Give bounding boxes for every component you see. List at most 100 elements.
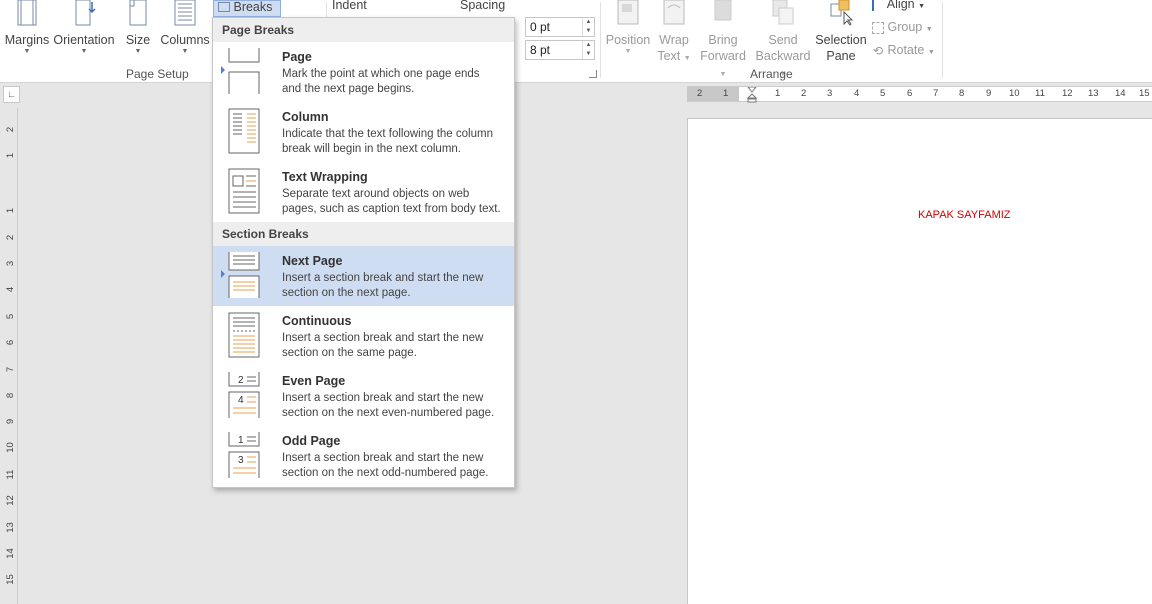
ruler-label: 9 <box>986 88 992 99</box>
spacing-before-value: 0 pt <box>530 20 551 34</box>
size-button[interactable]: Size ▼ <box>122 0 154 56</box>
menu-item-desc-line: section on the next odd-numbered page. <box>282 467 489 479</box>
spacing-before-input[interactable]: 0 pt ▲ ▼ <box>525 17 595 37</box>
ruler-label: 13 <box>5 522 16 533</box>
wrap-text-button[interactable]: Wrap Text ▼ <box>654 0 694 67</box>
menu-item-desc-line: Insert a section break and start the new <box>282 452 484 464</box>
page-breaks-header: Page Breaks <box>213 18 514 42</box>
ruler-label: 5 <box>5 313 16 320</box>
breaks-icon <box>218 2 230 12</box>
menu-item-continuous-break[interactable]: Continuous Insert a section break and st… <box>213 306 514 366</box>
menu-item-desc-line: and the next page begins. <box>282 83 415 95</box>
ruler-label: 2 <box>5 126 16 133</box>
odd-page-bottom-number: 3 <box>238 455 244 466</box>
menu-item-desc-line: break will begin in the next column. <box>282 143 461 155</box>
ruler-label: 9 <box>5 418 16 425</box>
align-icon <box>872 0 884 11</box>
spacing-label: Spacing <box>460 0 506 12</box>
menu-item-title: Text Wrapping <box>282 170 368 184</box>
ribbon-separator <box>600 2 601 78</box>
ruler-label: 12 <box>1062 88 1073 99</box>
spacing-after-input[interactable]: 8 pt ▲ ▼ <box>525 40 595 60</box>
bring-forward-button[interactable]: Bring Forward ▼ <box>695 0 751 83</box>
ruler-label: 8 <box>5 392 16 399</box>
ruler-label: 11 <box>1035 88 1045 99</box>
menu-item-next-page-break[interactable]: Next Page Insert a section break and sta… <box>213 246 514 306</box>
rotate-icon: ⟲ <box>872 43 884 58</box>
margins-label: Margins <box>4 33 50 47</box>
menu-item-desc-line: Insert a section break and start the new <box>282 332 484 344</box>
menu-item-title: Odd Page <box>282 434 341 448</box>
ruler-label: 1 <box>5 207 16 214</box>
ruler-label: 6 <box>5 339 16 346</box>
size-label: Size <box>125 33 151 47</box>
orientation-button[interactable]: Orientation ▼ <box>52 0 116 56</box>
selected-marker-icon <box>221 66 225 74</box>
bring-forward-label-1: Bring <box>708 33 738 47</box>
spacing-after-spinner-icon[interactable]: ▲ ▼ <box>582 41 594 59</box>
ruler-label: 2 <box>697 88 703 99</box>
ribbon: Margins ▼ Orientation ▼ Size ▼ Columns ▼… <box>0 0 1152 83</box>
menu-item-odd-page-break[interactable]: 1 3 Odd Page Insert a section break and … <box>213 426 514 486</box>
menu-item-description: Separate text around objects on web page… <box>282 187 512 217</box>
ruler-label: 4 <box>854 88 860 99</box>
breaks-dropdown-menu: Page Breaks Page Mark the point at which… <box>212 17 515 488</box>
menu-item-desc-line: Mark the point at which one page ends <box>282 68 480 80</box>
size-icon <box>129 0 147 26</box>
wrap-text-caret-icon: ▼ <box>683 55 691 62</box>
menu-item-desc-line: Indicate that the text following the col… <box>282 128 493 140</box>
menu-item-even-page-break[interactable]: 2 4 Even Page Insert a section break and… <box>213 366 514 426</box>
document-page[interactable]: KAPAK SAYFAMIZ <box>687 118 1152 604</box>
ribbon-separator <box>942 2 943 78</box>
ruler-indent-marker-icon[interactable] <box>746 86 758 103</box>
document-cover-text[interactable]: KAPAK SAYFAMIZ <box>918 209 1011 221</box>
send-backward-label-1: Send <box>768 33 798 47</box>
continuous-break-icon <box>228 312 260 358</box>
page-setup-group-label: Page Setup <box>126 67 189 81</box>
ruler-label: 4 <box>5 286 16 293</box>
orientation-icon <box>75 0 96 26</box>
ruler-label: 14 <box>5 548 16 559</box>
rotate-button[interactable]: ⟲ Rotate ▼ <box>872 43 935 57</box>
vertical-ruler[interactable]: 2 1 1 2 3 4 5 6 7 8 9 10 11 12 13 14 15 <box>3 108 18 604</box>
paragraph-dialog-launcher-icon[interactable] <box>589 70 597 78</box>
align-label: Align <box>886 0 915 11</box>
bring-forward-label-2: Forward <box>700 49 746 63</box>
menu-item-text-wrapping-break[interactable]: Text Wrapping Separate text around objec… <box>213 162 514 222</box>
menu-item-desc-line: section on the next page. <box>282 287 411 299</box>
menu-item-description: Insert a section break and start the new… <box>282 331 512 361</box>
horizontal-ruler[interactable]: 2 1 1 2 3 4 5 6 7 8 9 10 11 12 13 14 15 <box>687 86 1152 103</box>
group-button[interactable]: Group ▼ <box>872 20 933 34</box>
menu-item-column-break[interactable]: Column Indicate that the text following … <box>213 102 514 162</box>
menu-item-page-break[interactable]: Page Mark the point at which one page en… <box>213 42 514 102</box>
bring-forward-icon <box>714 0 732 21</box>
menu-item-desc-line: section on the next even-numbered page. <box>282 407 495 419</box>
page-break-icon <box>228 48 260 94</box>
odd-page-break-icon: 1 3 <box>228 432 260 478</box>
group-label: Group <box>887 20 923 34</box>
columns-icon <box>174 0 196 26</box>
ruler-label: 14 <box>1115 88 1126 99</box>
menu-item-description: Mark the point at which one page ends an… <box>282 67 512 97</box>
ruler-label: 10 <box>1009 88 1020 99</box>
selection-pane-button[interactable]: Selection Pane <box>814 0 868 64</box>
spacing-before-spinner-icon[interactable]: ▲ ▼ <box>582 18 594 36</box>
position-button[interactable]: Position ▼ <box>604 0 652 56</box>
rotate-label: Rotate <box>887 43 925 57</box>
position-icon <box>617 0 639 25</box>
ruler-label: 10 <box>5 442 16 453</box>
columns-button[interactable]: Columns ▼ <box>158 0 212 56</box>
align-button[interactable]: Align ▼ <box>872 0 925 11</box>
tab-stop-selector[interactable]: ∟ <box>3 86 20 103</box>
ruler-label: 8 <box>959 88 965 99</box>
ruler-label: 15 <box>1139 88 1150 99</box>
menu-item-description: Insert a section break and start the new… <box>282 391 512 421</box>
ruler-label: 5 <box>880 88 886 99</box>
margins-icon <box>17 0 37 26</box>
orientation-caret-icon: ▼ <box>80 48 88 55</box>
menu-item-title: Even Page <box>282 374 346 388</box>
selected-marker-icon <box>221 270 225 278</box>
margins-button[interactable]: Margins ▼ <box>4 0 50 56</box>
text-wrapping-break-icon <box>228 168 260 214</box>
breaks-button[interactable]: Breaks ▼ <box>213 0 281 25</box>
